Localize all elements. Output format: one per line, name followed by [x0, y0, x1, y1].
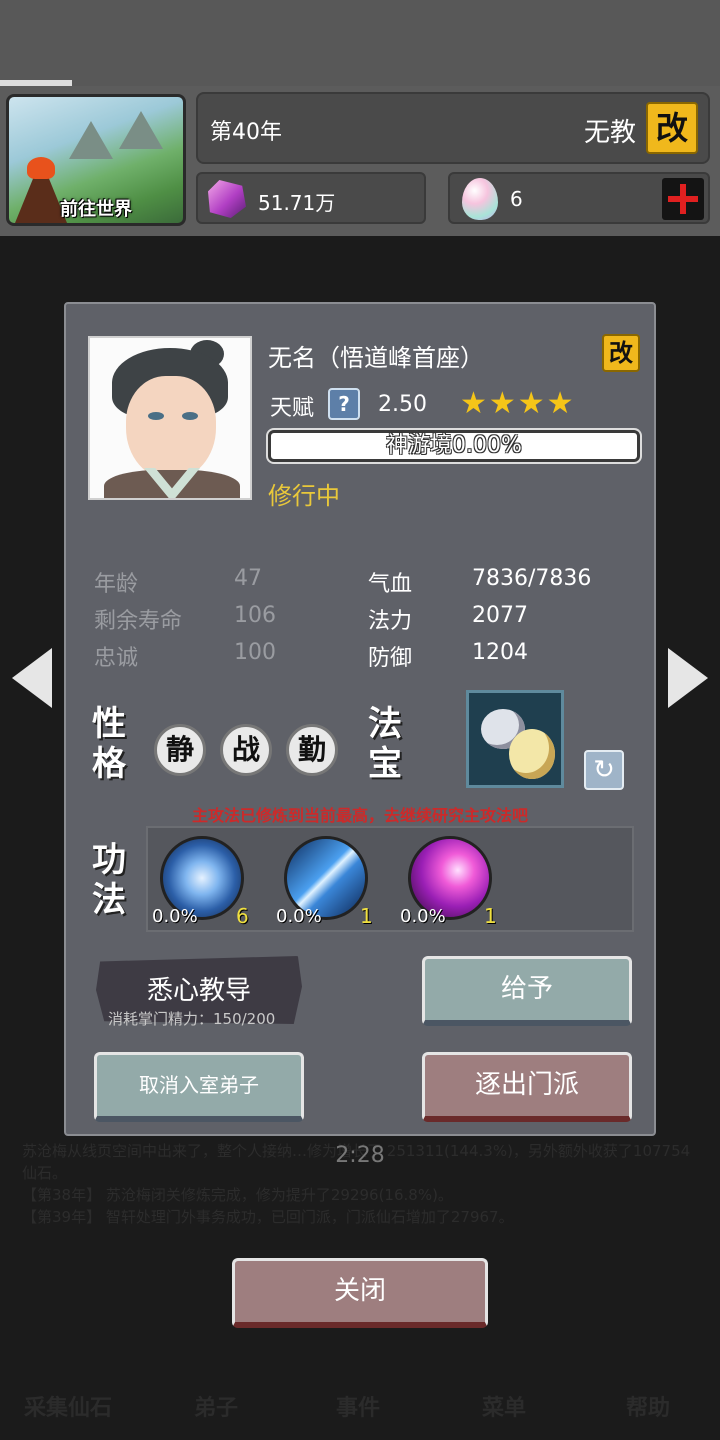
defense-value: 1204: [472, 640, 528, 665]
bottom-nav: 采集仙石 弟子 事件 菜单 帮助: [0, 1320, 720, 1440]
skill-warning: 主攻法已修炼到当前最高，去继续研究主攻法吧: [191, 806, 528, 825]
skill-progress: 0.0%: [400, 906, 446, 927]
skill-level: 6: [236, 904, 249, 928]
lifespan-value: 106: [234, 603, 276, 628]
character-portrait: [88, 336, 252, 500]
treasure-label-2: 宝: [368, 744, 402, 784]
talent-value: 2.50: [378, 392, 427, 417]
swap-treasure-icon[interactable]: ↻: [584, 750, 624, 790]
treasure-label-1: 法: [368, 704, 402, 744]
treasure-slot[interactable]: [466, 690, 564, 788]
skill-progress: 0.0%: [152, 906, 198, 927]
expel-button[interactable]: 逐出门派: [422, 1052, 632, 1122]
rename-sect-button[interactable]: 改: [646, 102, 698, 154]
gem-value: 6: [510, 187, 523, 211]
personality-label-2: 格: [92, 744, 126, 784]
trait-badge[interactable]: 勤: [286, 724, 338, 776]
realm-progress-text: 神游境0.00%: [386, 433, 522, 458]
cancel-disciple-button[interactable]: 取消入室弟子: [94, 1052, 304, 1122]
timer: 2:28: [335, 1143, 385, 1168]
mana-value: 2077: [472, 603, 528, 628]
age-value: 47: [234, 566, 262, 591]
gem-counter: 6: [448, 172, 710, 224]
teach-cost-text: 消耗掌门精力：150/200: [108, 1010, 276, 1028]
nav-menu[interactable]: 菜单: [482, 1390, 526, 1422]
disciple-detail-dialog: 无名（悟道峰首座） 改 天赋 ? 2.50 ★★★★ 神游境0.00% 修行中 …: [64, 302, 656, 1136]
add-gem-button[interactable]: [662, 178, 704, 220]
realm-progress-bar: 神游境0.00%: [268, 430, 640, 462]
sect-name: 无教: [583, 118, 636, 148]
lava-icon: [27, 157, 55, 179]
gem-icon: [462, 178, 498, 220]
lifespan-label: 剩余寿命: [94, 609, 183, 634]
spirit-stone-counter: 51.71万: [196, 172, 426, 224]
teach-button-label: 悉心教导: [146, 976, 251, 1006]
trait-badge[interactable]: 静: [154, 724, 206, 776]
spirit-stone-value: 51.71万: [258, 191, 336, 215]
skill-progress: 0.0%: [276, 906, 322, 927]
gourd-icon: [509, 729, 555, 779]
spirit-stone-icon: [208, 180, 246, 218]
skill-level: 1: [360, 904, 373, 928]
go-to-world-button[interactable]: 前往世界: [6, 94, 186, 226]
next-disciple-arrow-icon[interactable]: [668, 648, 708, 708]
nav-help[interactable]: 帮助: [626, 1390, 670, 1422]
age-label: 年龄: [94, 572, 139, 597]
rename-character-button[interactable]: 改: [602, 334, 640, 372]
eye: [148, 412, 164, 420]
nav-disciples[interactable]: 弟子: [194, 1390, 238, 1422]
close-button[interactable]: 关闭: [232, 1258, 488, 1328]
mana-label: 法力: [368, 609, 413, 634]
loyalty-value: 100: [234, 640, 276, 665]
face: [126, 376, 216, 480]
hp-label: 气血: [368, 572, 413, 597]
personality-label-1: 性: [92, 704, 126, 744]
skill-level: 1: [484, 904, 497, 928]
skills-label-1: 功: [92, 840, 126, 880]
talent-help-icon[interactable]: ?: [328, 388, 360, 420]
year-label: 第40年: [210, 120, 282, 145]
nav-events[interactable]: 事件: [336, 1390, 380, 1422]
hp-value: 7836/7836: [472, 566, 592, 591]
cultivation-status: 修行中: [268, 482, 340, 510]
give-button[interactable]: 给予: [422, 956, 632, 1026]
skills-label-2: 法: [92, 880, 126, 920]
star-rating: ★★★★: [460, 386, 576, 421]
defense-label: 防御: [368, 646, 413, 671]
status-bar: [0, 0, 720, 86]
go-to-world-label: 前往世界: [60, 199, 132, 219]
nav-collect-stones[interactable]: 采集仙石: [24, 1390, 112, 1422]
log-line: 【第39年】 智轩处理门外事务成功，已回门派，门派仙石增加了27967。: [22, 1208, 514, 1226]
log-line: 【第38年】 苏沧梅闭关修炼完成，修为提升了29296(16.8%)。: [22, 1186, 453, 1204]
loyalty-label: 忠诚: [94, 646, 139, 671]
trait-badge[interactable]: 战: [220, 724, 272, 776]
year-sect-panel: 第40年 无教 改: [196, 92, 710, 164]
talent-label: 天赋: [270, 396, 315, 421]
character-name: 无名（悟道峰首座）: [268, 344, 484, 372]
previous-disciple-arrow-icon[interactable]: [12, 648, 52, 708]
eye: [182, 412, 198, 420]
mountain-icon: [119, 111, 163, 149]
skills-panel: 0.0% 6 0.0% 1 0.0% 1: [146, 826, 634, 932]
mountain-icon: [69, 121, 113, 159]
